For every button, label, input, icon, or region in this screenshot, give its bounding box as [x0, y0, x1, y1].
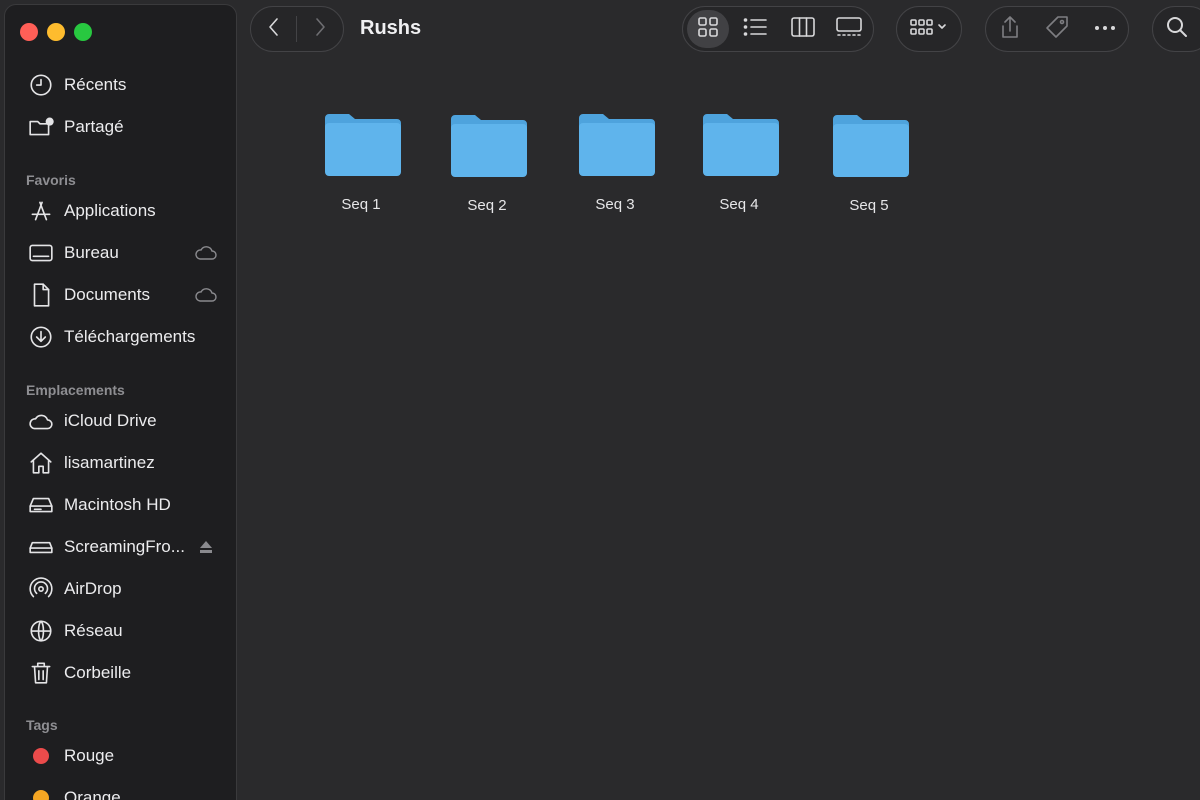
eject-icon[interactable] [194, 538, 218, 556]
window-controls [20, 23, 92, 41]
sidebar-item-tag-orange[interactable]: Orange [5, 780, 238, 800]
folder-icon [325, 114, 401, 176]
clock-icon [27, 71, 55, 99]
folder-icon [579, 114, 655, 176]
gallery-icon [835, 15, 863, 44]
sidebar-item-label: ScreamingFro... [64, 537, 185, 556]
sidebar-item-macintosh-hd[interactable]: Macintosh HD [5, 487, 238, 523]
folder-item[interactable]: Seq 3 [555, 112, 675, 232]
sidebar-item-label: Orange [64, 788, 121, 800]
external-disk-icon [27, 533, 55, 561]
sidebar-item-trash[interactable]: Corbeille [5, 655, 238, 691]
sidebar-item-desktop[interactable]: Bureau [5, 235, 238, 271]
window-title: Rushs [360, 17, 422, 39]
sidebar-item-label: Applications [64, 201, 156, 220]
columns-icon [790, 15, 816, 44]
more-button[interactable] [1085, 10, 1125, 48]
sidebar-item-recents[interactable]: Récents [5, 67, 238, 103]
sidebar-item-documents[interactable]: Documents [5, 277, 238, 313]
sidebar-item-tag-red[interactable]: Rouge [5, 738, 238, 774]
sidebar-item-label: Téléchargements [64, 327, 196, 346]
share-icon [998, 14, 1022, 45]
sidebar-item-shared[interactable]: Partagé [5, 109, 238, 145]
document-icon [27, 281, 55, 309]
back-button[interactable] [256, 12, 292, 46]
list-icon [742, 15, 768, 44]
sidebar-item-label: Documents [64, 285, 150, 304]
shared-folder-icon [27, 113, 55, 141]
minimize-button[interactable] [47, 23, 65, 41]
column-view-button[interactable] [782, 10, 824, 48]
cloud-icon [27, 407, 55, 435]
section-header-favorites: Favoris [26, 172, 76, 188]
grid-icon [696, 15, 720, 44]
sidebar-item-label: Corbeille [64, 663, 132, 682]
folder-item[interactable]: Seq 2 [427, 113, 547, 233]
section-header-locations: Emplacements [26, 382, 125, 398]
sidebar-item-airdrop[interactable]: AirDrop [5, 571, 238, 607]
sidebar-item-downloads[interactable]: Téléchargements [5, 319, 238, 355]
gallery-view-button[interactable] [828, 10, 870, 48]
sidebar-item-label: Réseau [64, 621, 123, 640]
close-button[interactable] [20, 23, 38, 41]
sidebar-item-label: AirDrop [64, 579, 122, 598]
list-view-button[interactable] [734, 10, 776, 48]
folder-item[interactable]: Seq 5 [809, 113, 929, 233]
sidebar-item-applications[interactable]: Applications [5, 193, 238, 229]
globe-icon [27, 617, 55, 645]
icon-view-button[interactable] [687, 10, 729, 48]
sidebar-item-label: iCloud Drive [64, 411, 157, 430]
folder-icon [703, 114, 779, 176]
folder-item[interactable]: Seq 1 [301, 112, 421, 232]
group-grid-icon [909, 15, 949, 44]
share-button[interactable] [990, 10, 1030, 48]
sidebar-item-icloud-drive[interactable]: iCloud Drive [5, 403, 238, 439]
sidebar-item-network[interactable]: Réseau [5, 613, 238, 649]
sidebar-item-label: Récents [64, 75, 127, 94]
sidebar: Récents Partagé Favoris Applications Bur… [4, 4, 237, 800]
folder-icon [833, 115, 909, 177]
forward-button[interactable] [302, 12, 338, 46]
folder-icon [451, 115, 527, 177]
sidebar-item-label: Partagé [64, 117, 124, 136]
sidebar-item-label: Macintosh HD [64, 495, 171, 514]
divider [296, 16, 297, 42]
folder-name: Seq 2 [467, 197, 507, 214]
folder-name: Seq 3 [595, 196, 635, 213]
search-icon [1165, 15, 1189, 44]
zoom-button[interactable] [74, 23, 92, 41]
tag-icon [1044, 14, 1070, 45]
chevron-left-icon [264, 16, 284, 43]
sidebar-item-external-disk[interactable]: ScreamingFro... [5, 529, 238, 565]
disk-icon [27, 491, 55, 519]
ellipsis-icon [1093, 20, 1117, 38]
download-icon [27, 323, 55, 351]
sidebar-item-home[interactable]: lisamartinez [5, 445, 238, 481]
tags-button[interactable] [1037, 10, 1077, 48]
home-icon [27, 449, 55, 477]
chevron-right-icon [310, 16, 330, 43]
tag-color-dot [27, 784, 55, 800]
sidebar-item-label: Bureau [64, 243, 119, 262]
applications-icon [27, 197, 55, 225]
folder-name: Seq 5 [849, 197, 889, 214]
trash-icon [27, 659, 55, 687]
folder-item[interactable]: Seq 4 [679, 112, 799, 232]
search-button[interactable] [1157, 10, 1197, 48]
sidebar-item-label: lisamartinez [64, 453, 155, 472]
desktop-icon [27, 239, 55, 267]
group-by-button[interactable] [900, 10, 958, 48]
airdrop-icon [27, 575, 55, 603]
tag-color-dot [27, 742, 55, 770]
cloud-icon [194, 286, 218, 304]
section-header-tags: Tags [26, 717, 58, 733]
sidebar-item-label: Rouge [64, 746, 115, 765]
folder-name: Seq 1 [341, 196, 381, 213]
folder-name: Seq 4 [719, 196, 759, 213]
cloud-icon [194, 244, 218, 262]
